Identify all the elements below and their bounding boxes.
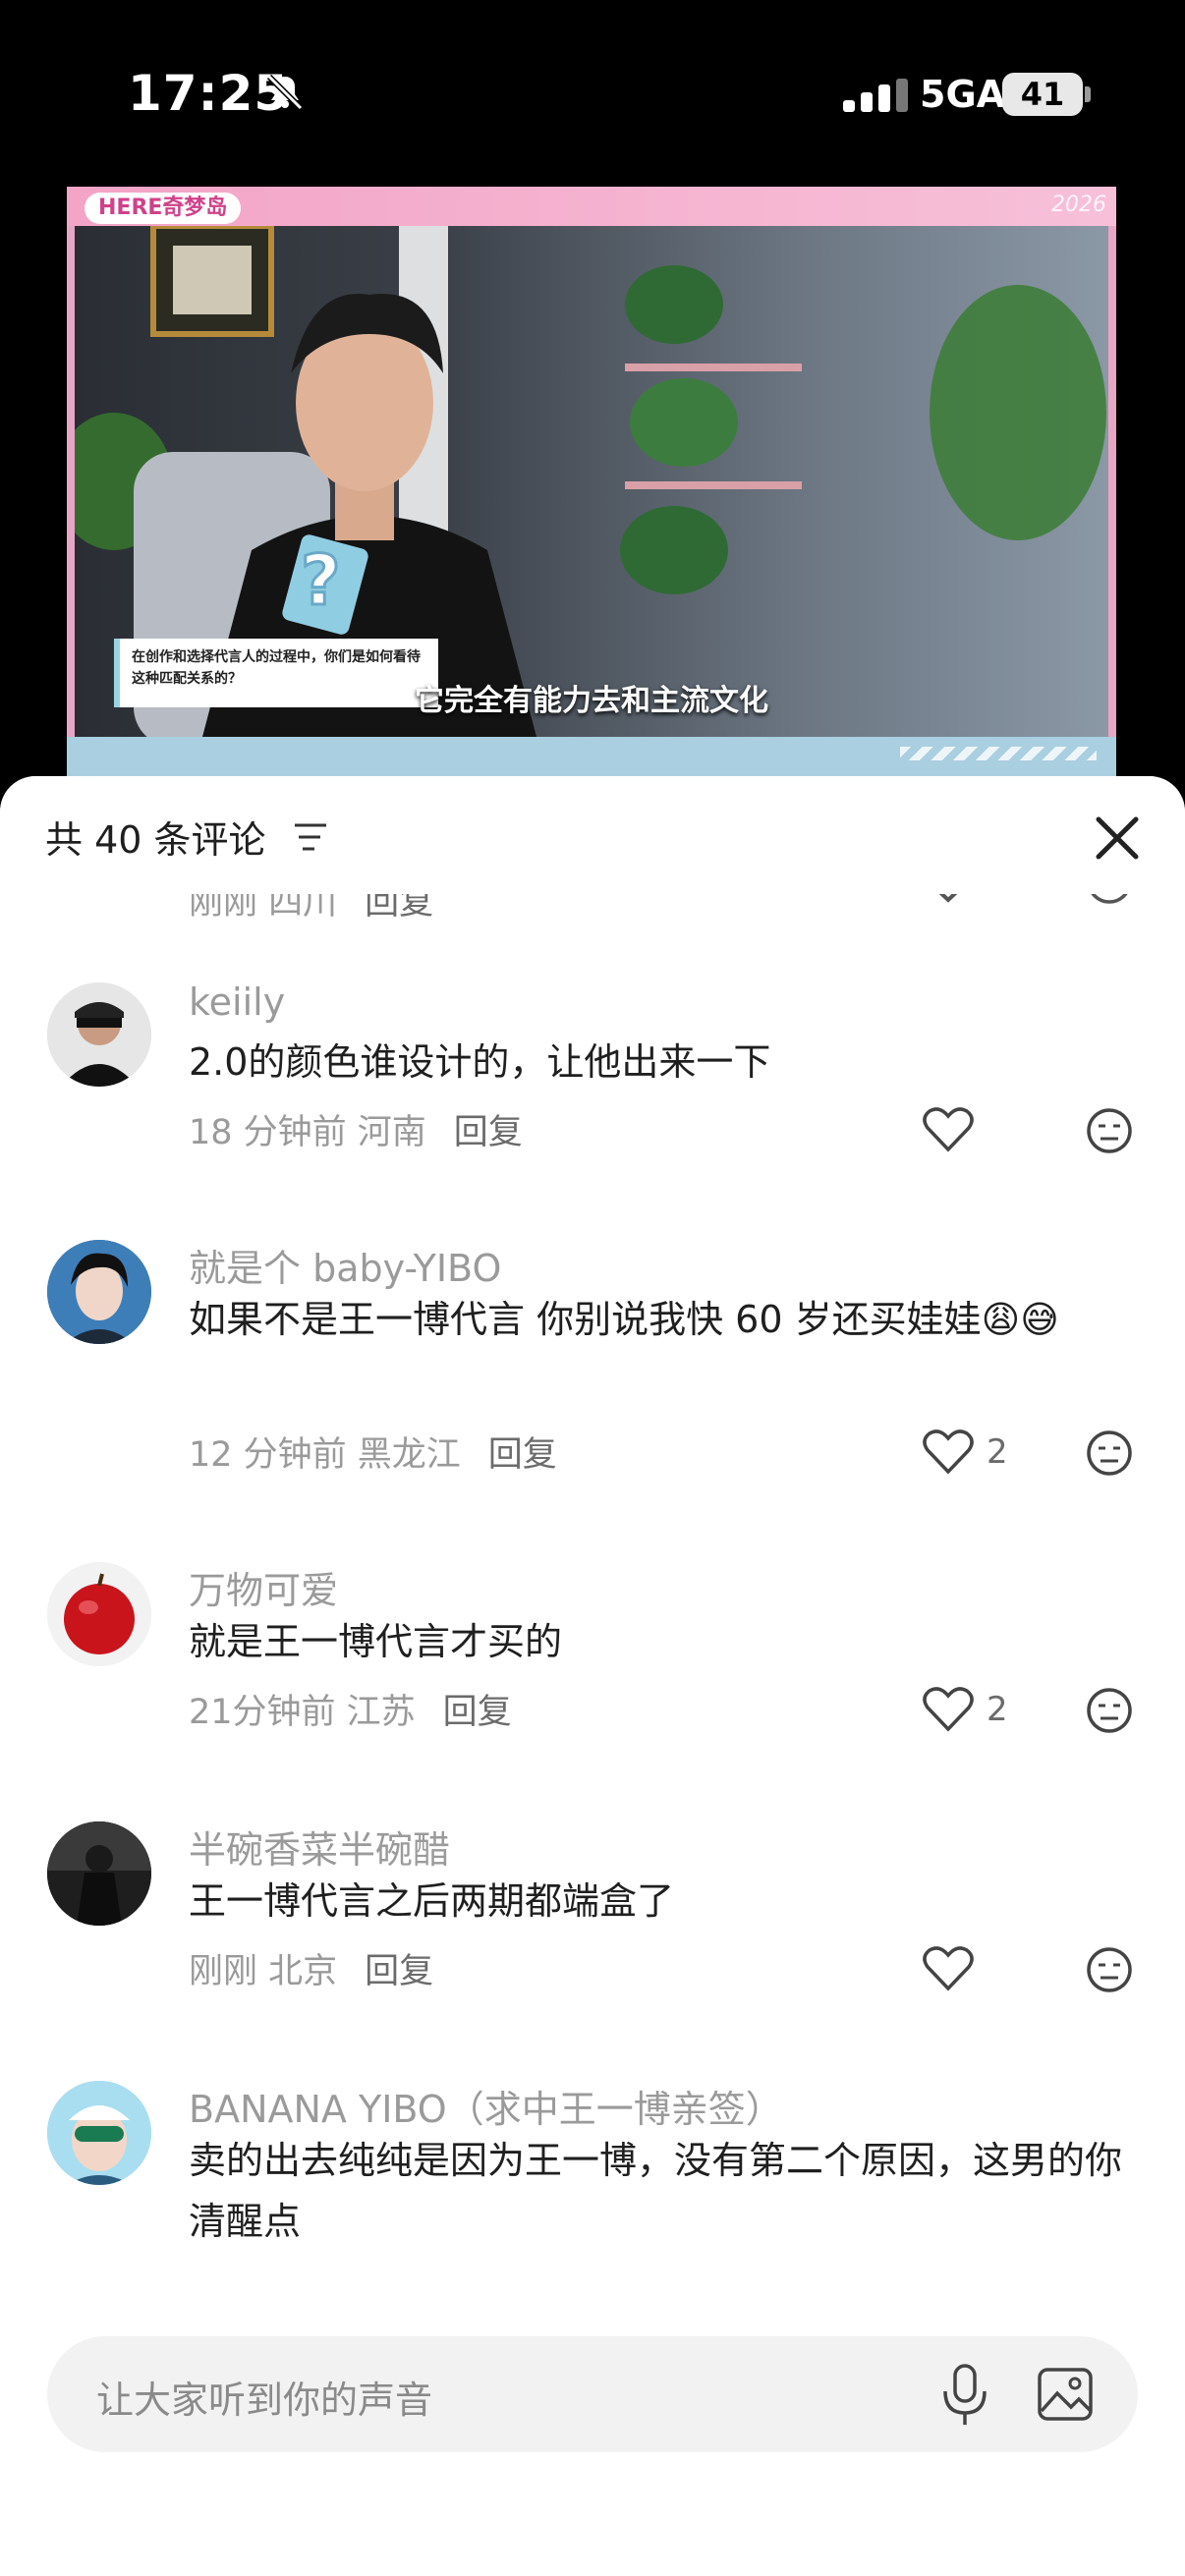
comment-text: 就是王一博代言才买的 xyxy=(189,1620,563,1663)
image-icon[interactable] xyxy=(1036,2366,1095,2423)
comment-time-location: 12 分钟前 黑龙江 xyxy=(189,1435,461,1475)
comment-username[interactable]: keiily xyxy=(189,980,285,1024)
comment-sheet-header: 共 40 条评论 xyxy=(0,776,1185,894)
video-subtitle: 它完全有能力去和主流文化 xyxy=(415,684,768,718)
battery-cap xyxy=(1085,86,1091,102)
comment-text: 2.0的颜色谁设计的，让他出来一下 xyxy=(189,1040,771,1084)
video-frame-topbar: HERE奇梦岛 2026 xyxy=(67,187,1116,226)
reply-button[interactable]: 回复 xyxy=(443,1693,512,1732)
video-frame-bottom xyxy=(67,737,1116,776)
heart-icon[interactable] xyxy=(922,1945,975,1992)
dislike-icon[interactable] xyxy=(1085,1686,1134,1735)
comment-meta: 21分钟前 江苏 回复 xyxy=(189,1684,512,1734)
decorative-stripes xyxy=(900,747,1097,760)
reply-button[interactable]: 回复 xyxy=(365,1952,433,1991)
video-logo: HERE奇梦岛 xyxy=(85,193,242,224)
avatar[interactable] xyxy=(47,1240,151,1344)
video-scene: ? 在创作和选择代言人的过程中，你们是如何看待这种匹配关系的？ xyxy=(75,226,1108,737)
avatar[interactable] xyxy=(47,982,151,1087)
filter-icon[interactable] xyxy=(291,819,330,855)
microphone-icon[interactable] xyxy=(937,2362,992,2427)
comment-time-location: 刚刚 北京 xyxy=(189,1952,338,1991)
comment-meta: 12 分钟前 黑龙江 回复 xyxy=(189,1427,557,1477)
bell-muted-icon xyxy=(266,74,304,111)
comment-input-placeholder: 让大家听到你的声音 xyxy=(96,2379,433,2422)
comment-meta: 刚刚 北京 回复 xyxy=(189,1943,433,1993)
comment-input[interactable]: 让大家听到你的声音 xyxy=(47,2336,1138,2452)
comment-list[interactable]: 刚刚 四川 回复 keiily 2.0的颜色谁设计的，让他出来一下 18 分钟前 … xyxy=(0,835,1185,2348)
status-bar: 17:25 5GA 41 xyxy=(0,0,1185,187)
dislike-icon[interactable] xyxy=(1085,1945,1134,1994)
comment-username[interactable]: 半碗香菜半碗醋 xyxy=(189,1820,450,1874)
reply-button[interactable]: 回复 xyxy=(454,1113,523,1152)
avatar[interactable] xyxy=(47,1821,151,1926)
comment-text: 王一博代言之后两期都端盒了 xyxy=(189,1879,675,1923)
like-count: 2 xyxy=(987,1432,1008,1472)
avatar[interactable] xyxy=(47,1562,151,1666)
comment-time-location: 21分钟前 江苏 xyxy=(189,1693,416,1732)
like-count: 2 xyxy=(987,1690,1008,1729)
video-player[interactable]: HERE奇梦岛 2026 ? 在创作和选择代言人的过程中，你们是如何看待这种匹配… xyxy=(67,187,1116,776)
network-type: 5GA xyxy=(920,73,1006,116)
heart-icon[interactable] xyxy=(922,1106,975,1153)
svg-text:?: ? xyxy=(301,540,341,621)
comment-text: 如果不是王一博代言 你别说我快 60 岁还买娃娃😩😅 xyxy=(189,1298,1059,1341)
comment-time-location: 18 分钟前 河南 xyxy=(189,1113,426,1152)
comment-username[interactable]: 就是个 baby-YIBO xyxy=(189,1238,501,1292)
dislike-icon[interactable] xyxy=(1085,1428,1134,1478)
avatar[interactable] xyxy=(47,2081,151,2185)
video-year: 2026 xyxy=(1051,193,1106,217)
comment-meta: 18 分钟前 河南 回复 xyxy=(189,1104,523,1154)
reply-button[interactable]: 回复 xyxy=(488,1435,557,1475)
battery-icon: 41 xyxy=(1002,73,1083,116)
heart-icon[interactable] xyxy=(922,1686,975,1733)
dislike-icon[interactable] xyxy=(1085,1106,1134,1155)
signal-icon xyxy=(843,79,908,112)
comment-username[interactable]: BANANA YIBO（求中王一博亲签） xyxy=(189,2079,783,2133)
comment-text: 卖的出去纯纯是因为王一博，没有第二个原因，这男的你清醒点 xyxy=(189,2139,1123,2243)
comment-username[interactable]: 万物可爱 xyxy=(189,1560,338,1614)
close-icon[interactable] xyxy=(1091,812,1144,865)
heart-icon[interactable] xyxy=(922,1428,975,1476)
comment-count-title: 共 40 条评论 xyxy=(45,818,266,862)
comment-sheet: 共 40 条评论 刚刚 四川 回复 keiily 2.0的颜色谁设计的，让他出来一… xyxy=(0,776,1185,2576)
